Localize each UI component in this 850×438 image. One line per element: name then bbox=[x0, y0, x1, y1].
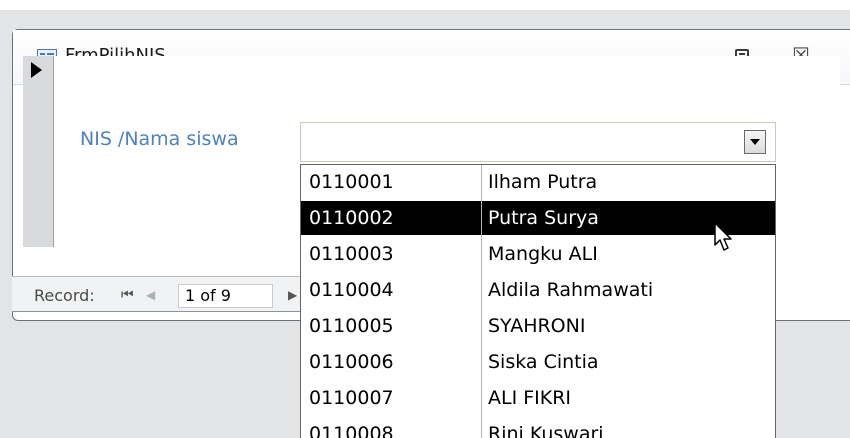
dropdown-row[interactable]: 0110004 Aldila Rahmawati bbox=[301, 273, 775, 307]
student-name-cell: SYAHRONI bbox=[488, 315, 586, 337]
student-name-cell: Rini Kuswari bbox=[488, 423, 604, 438]
dropdown-row[interactable]: 0110002 Putra Surya bbox=[301, 201, 775, 235]
record-label: Record: bbox=[34, 286, 95, 305]
student-name-cell: Ilham Putra bbox=[488, 171, 598, 193]
record-selector[interactable] bbox=[23, 56, 54, 247]
student-name-cell: Aldila Rahmawati bbox=[488, 279, 654, 301]
student-name-cell: Siska Cintia bbox=[488, 351, 599, 373]
nis-cell: 0110001 bbox=[309, 171, 394, 193]
student-name-cell: Mangku ALI bbox=[488, 243, 598, 265]
nis-cell: 0110008 bbox=[309, 423, 394, 438]
combo-dropdown-button[interactable] bbox=[744, 130, 766, 154]
next-record-icon[interactable]: ▶ bbox=[288, 288, 297, 302]
column-divider bbox=[481, 165, 482, 438]
nis-cell: 0110006 bbox=[309, 351, 394, 373]
mouse-pointer-icon bbox=[714, 222, 732, 251]
nis-combo-box[interactable] bbox=[300, 122, 776, 162]
current-record-field[interactable]: 1 of 9 bbox=[178, 284, 273, 308]
nis-cell: 0110005 bbox=[309, 315, 394, 337]
chevron-down-icon bbox=[750, 139, 760, 145]
dropdown-row[interactable]: 0110006 Siska Cintia bbox=[301, 345, 775, 379]
nis-cell: 0110007 bbox=[309, 387, 394, 409]
previous-record-icon[interactable]: ◀ bbox=[146, 288, 155, 302]
combo-dropdown-list[interactable]: 0110001 Ilham Putra 0110002 Putra Surya 0110… bbox=[300, 164, 776, 438]
student-name-cell: Putra Surya bbox=[488, 207, 599, 229]
nis-cell: 0110002 bbox=[309, 207, 394, 229]
dropdown-row[interactable]: 0110008 Rini Kuswari bbox=[301, 417, 775, 438]
student-name-cell: ALI FIKRI bbox=[488, 387, 572, 409]
nis-cell: 0110004 bbox=[309, 279, 394, 301]
dropdown-row[interactable]: 0110001 Ilham Putra bbox=[301, 165, 775, 199]
first-record-icon[interactable]: ⏮ bbox=[121, 287, 134, 303]
dropdown-row[interactable]: 0110003 Mangku ALI bbox=[301, 237, 775, 271]
current-record-arrow-icon bbox=[31, 62, 42, 78]
dropdown-row[interactable]: 0110005 SYAHRONI bbox=[301, 309, 775, 343]
nis-cell: 0110003 bbox=[309, 243, 394, 265]
nis-field-label: NIS /Nama siswa bbox=[80, 128, 239, 150]
dropdown-row[interactable]: 0110007 ALI FIKRI bbox=[301, 381, 775, 415]
